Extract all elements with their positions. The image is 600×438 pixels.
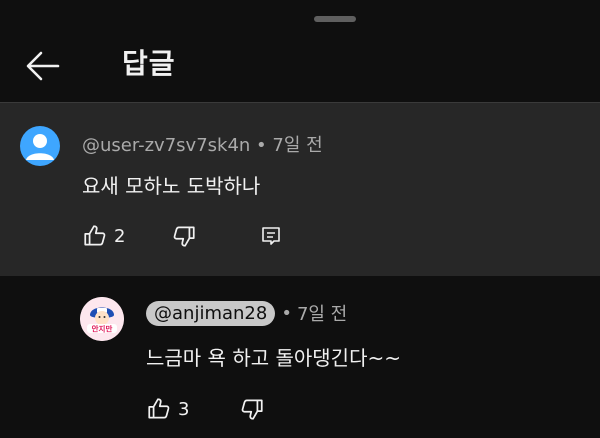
reply-author-chip[interactable]: @anjiman28 <box>146 300 276 326</box>
comment-meta: @user-zv7sv7sk4n • 7일 전 <box>82 131 323 157</box>
back-button[interactable] <box>22 48 62 84</box>
dislike-button[interactable] <box>171 223 197 249</box>
thumbs-up-icon <box>84 225 106 246</box>
drag-handle[interactable] <box>314 16 356 22</box>
comment-time: 7일 전 <box>272 135 323 156</box>
like-count: 3 <box>178 398 190 420</box>
meta-separator: • <box>281 302 292 324</box>
reply-meta: @anjiman28 • 7일 전 <box>146 300 347 326</box>
reply-time: 7일 전 <box>296 304 348 325</box>
comment-author[interactable]: @user-zv7sv7sk4n <box>82 135 250 156</box>
avatar-label: 안지만 <box>92 324 113 334</box>
like-button[interactable]: 2 <box>82 223 125 249</box>
thumbs-up-icon <box>148 398 170 419</box>
like-button[interactable]: 3 <box>146 396 189 422</box>
page-title: 답글 <box>122 47 176 80</box>
user-avatar[interactable] <box>20 126 60 166</box>
thumbs-down-icon <box>242 399 264 420</box>
dislike-button[interactable] <box>239 396 265 422</box>
like-count: 2 <box>114 225 126 247</box>
reply-text: 느금마 욕 하고 돌아댕긴다~~ <box>146 346 401 370</box>
default-avatar-icon <box>26 134 54 160</box>
reply-actions: 3 <box>146 396 265 422</box>
mascot-avatar-icon: 안지만 <box>80 297 124 341</box>
back-arrow-icon <box>26 51 60 81</box>
replies-panel: 답글 @user-zv7sv7sk4n • 7일 전 요새 모하노 도박하나 2 <box>0 0 600 438</box>
comment-actions: 2 <box>82 223 283 249</box>
reply-icon <box>262 227 281 245</box>
reply-avatar[interactable]: 안지만 <box>80 297 124 341</box>
comment-text: 요새 모하노 도박하나 <box>82 174 261 198</box>
reply-button[interactable] <box>259 224 283 248</box>
thumbs-down-icon <box>174 226 196 247</box>
meta-separator: • <box>256 135 267 156</box>
